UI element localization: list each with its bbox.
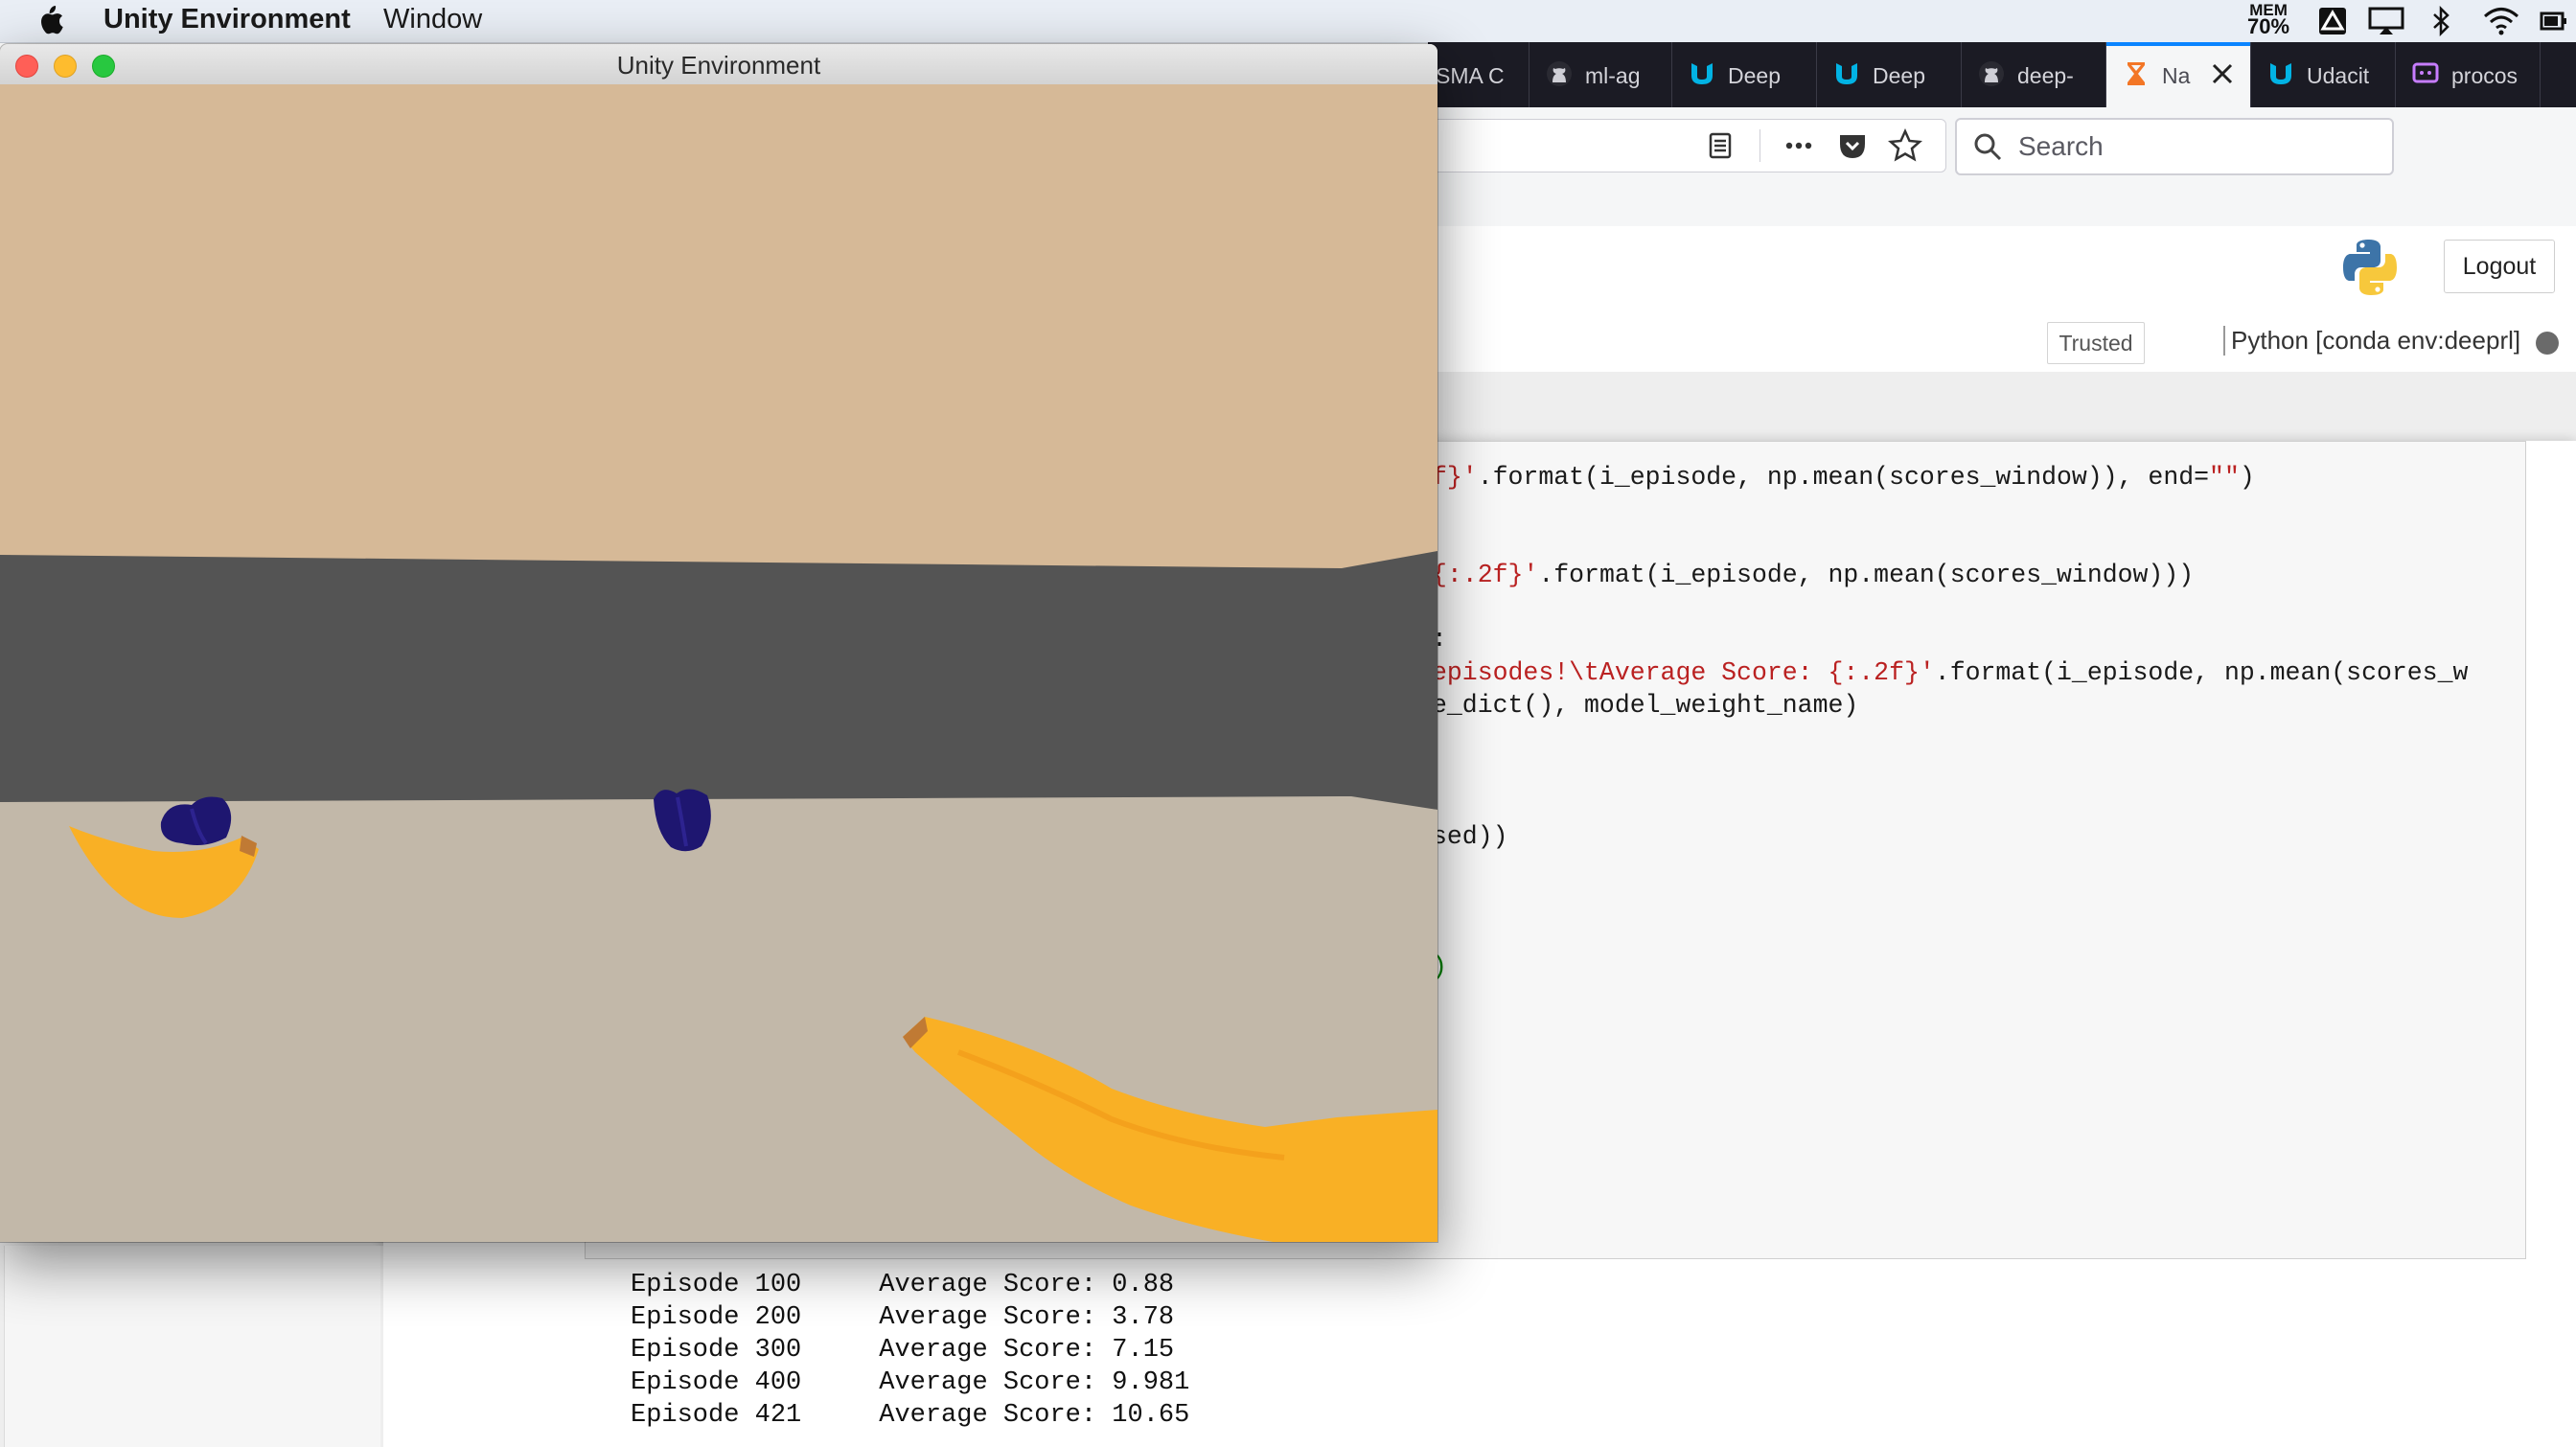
code-text: .format(i_episode, np.mean(scores_window… (1538, 561, 2195, 589)
tab-label: Udacit (2307, 63, 2370, 88)
code-line: episodes!\tAverage Score: {:.2f}'.format… (1432, 658, 2468, 687)
code-text: ) (2239, 463, 2255, 492)
output-score: Average Score: 7.15 (879, 1336, 1175, 1365)
tab-deep-1[interactable]: Deep (1672, 42, 1817, 107)
output-row: Episode 400 Average Score: 9.981 (631, 1367, 1189, 1399)
url-field[interactable] (1428, 119, 1946, 172)
tab-label: Deep (1873, 63, 1925, 88)
search-placeholder: Search (2018, 131, 2104, 161)
memory-value: 70% (2247, 14, 2290, 38)
code-text: .format(i_episode, np.mean(scores_w (1934, 658, 2469, 687)
browser-tab-bar: SMA C ml-ag Deep Deep deep- Na Udacit pr… (1428, 42, 2576, 107)
udacity-icon (1691, 63, 1713, 84)
python-logo-icon (2343, 240, 2397, 295)
output-episode: Episode 300 (631, 1336, 802, 1365)
unity-window-title: Unity Environment (616, 51, 821, 80)
code-line: f}'.format(i_episode, np.mean(scores_win… (1432, 463, 2255, 492)
code-string: episodes!\tAverage Score: {:.2f}' (1432, 658, 1935, 687)
drive-icon[interactable] (2317, 6, 2348, 36)
chat-icon (2412, 62, 2439, 83)
notebook-left-panel (4, 1246, 380, 1447)
output-episode: Episode 400 (631, 1368, 802, 1397)
back-wall (0, 551, 1438, 810)
tab-deep-github[interactable]: deep- (1962, 42, 2106, 107)
app-menu-name[interactable]: Unity Environment (104, 4, 351, 35)
code-string: "" (2209, 463, 2240, 492)
bluetooth-icon[interactable] (2429, 6, 2452, 36)
output-row: Episode 200 Average Score: 3.78 (631, 1301, 1174, 1334)
tab-ml-agents[interactable]: ml-ag (1530, 42, 1672, 107)
tab-label: procos (2451, 63, 2518, 88)
code-string: f}' (1432, 463, 1478, 492)
output-episode: Episode 100 (631, 1271, 802, 1299)
jupyter-header (1428, 226, 2576, 313)
kernel-name[interactable]: Python [conda env:deeprl] (2223, 326, 2520, 356)
udacity-icon (1836, 63, 1857, 84)
tab-label: deep- (2017, 63, 2074, 88)
bookmark-star-icon[interactable] (1888, 128, 1922, 163)
output-episode: Episode 200 (631, 1303, 802, 1332)
output-row: Episode 100 Average Score: 0.88 (631, 1269, 1174, 1301)
output-score: Average Score: 9.981 (879, 1368, 1190, 1397)
unity-title-bar[interactable]: Unity Environment (0, 44, 1438, 85)
output-score: Average Score: 3.78 (879, 1303, 1175, 1332)
menu-window[interactable]: Window (383, 4, 482, 35)
tab-label: Na (2162, 63, 2191, 88)
search-box[interactable]: Search (1955, 118, 2394, 175)
tab-deep-2[interactable]: Deep (1817, 42, 1962, 107)
kernel-status-indicator (2536, 332, 2559, 355)
reader-view-icon[interactable] (1706, 131, 1735, 160)
memory-status[interactable]: MEM 70% (2247, 2, 2290, 38)
output-score: Average Score: 0.88 (879, 1271, 1175, 1299)
hourglass-icon (2128, 62, 2145, 85)
more-actions-icon[interactable] (1782, 131, 1815, 160)
close-tab-icon[interactable] (2210, 61, 2235, 86)
tab-label: SMA C (1436, 63, 1505, 88)
udacity-icon (2270, 63, 2291, 84)
unity-scene-viewport[interactable] (0, 84, 1438, 1242)
trusted-indicator[interactable]: Trusted (2047, 322, 2145, 364)
wifi-icon[interactable] (2482, 6, 2520, 36)
output-row: Episode 421 Average Score: 10.65 (631, 1399, 1189, 1432)
code-string: {:.2f}' (1432, 561, 1539, 589)
tab-notebook-active[interactable]: Na (2106, 42, 2251, 107)
battery-icon[interactable] (2540, 6, 2568, 36)
code-line: e_dict(), model_weight_name) (1432, 691, 1859, 720)
unity-window[interactable]: Unity Environment (0, 44, 1438, 1242)
menu-bar: Unity Environment Window MEM 70% (0, 0, 2576, 43)
output-episode: Episode 421 (631, 1401, 802, 1430)
github-icon (1979, 61, 2004, 86)
search-icon (1974, 133, 2002, 161)
code-text: .format(i_episode, np.mean(scores_window… (1477, 463, 2210, 492)
tab-sma[interactable]: SMA C (1428, 42, 1530, 107)
tab-label: ml-ag (1585, 63, 1641, 88)
tab-label: Deep (1728, 63, 1781, 88)
github-icon (1547, 61, 1572, 86)
code-line: {:.2f}'.format(i_episode, np.mean(scores… (1432, 561, 2194, 589)
code-line: sed)) (1432, 822, 1508, 851)
logout-button[interactable]: Logout (2444, 240, 2555, 293)
output-score: Average Score: 10.65 (879, 1401, 1190, 1430)
display-icon[interactable] (2367, 6, 2405, 36)
tab-procos[interactable]: procos (2396, 42, 2541, 107)
apple-icon[interactable] (36, 4, 65, 36)
pocket-icon[interactable] (1836, 129, 1869, 162)
tab-udacity[interactable]: Udacit (2251, 42, 2396, 107)
output-row: Episode 300 Average Score: 7.15 (631, 1334, 1174, 1367)
